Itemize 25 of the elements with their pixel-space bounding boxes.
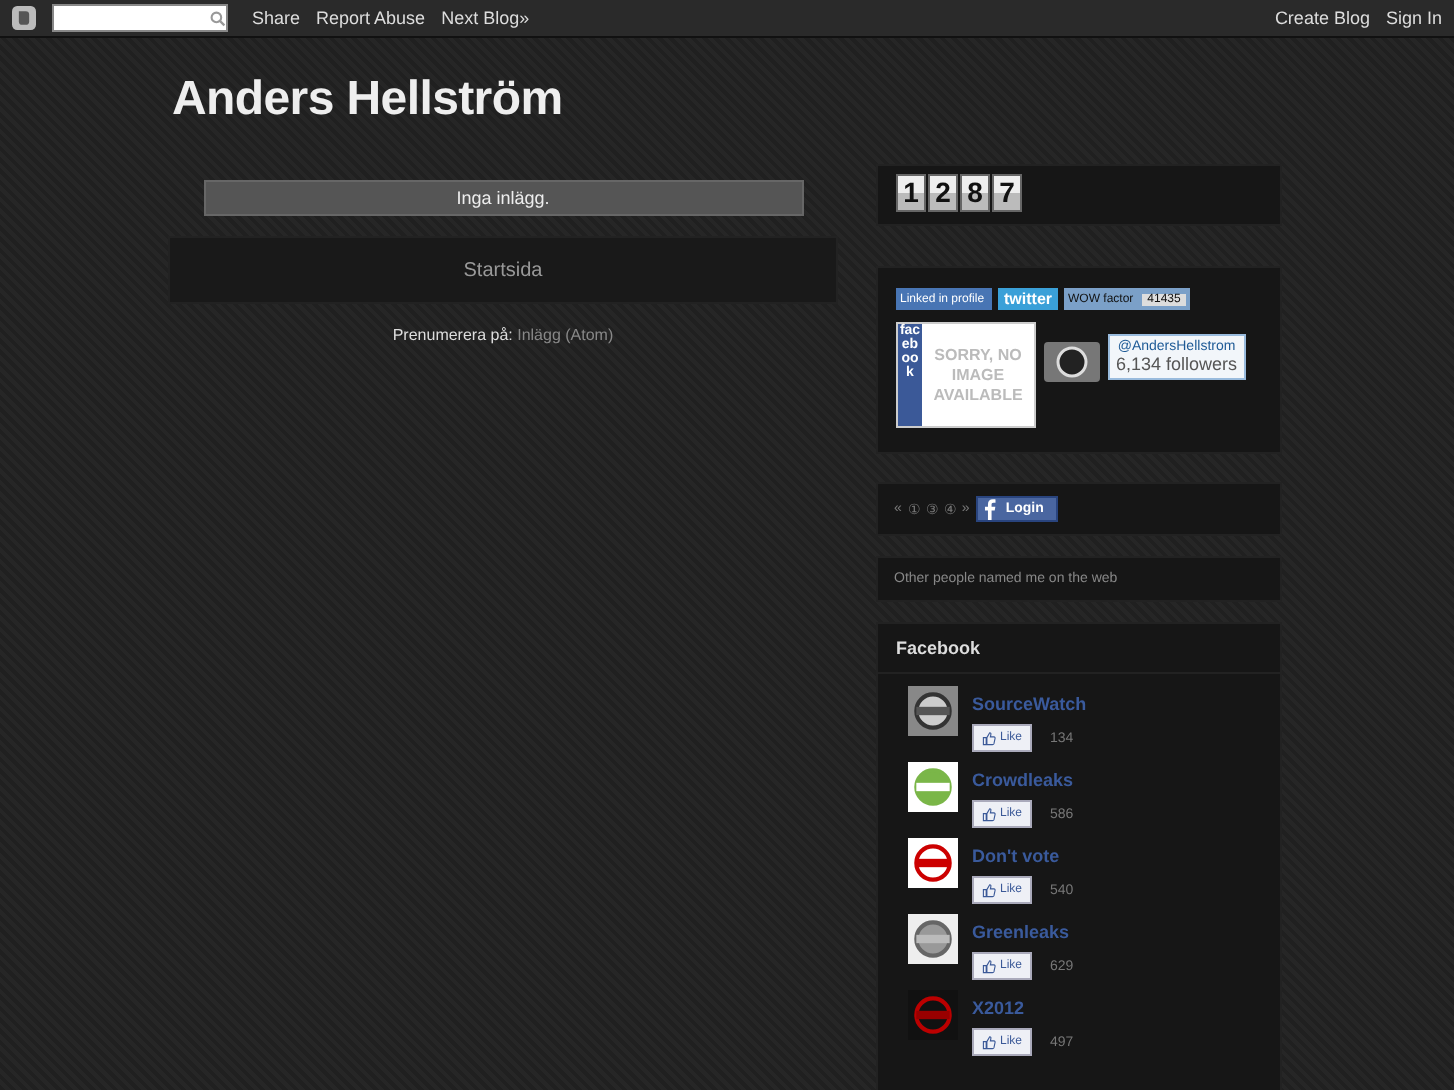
counter-digit: 2	[928, 174, 958, 212]
search-icon[interactable]	[210, 9, 226, 27]
counter-digit: 7	[992, 174, 1022, 212]
thumbs-up-icon	[982, 807, 996, 821]
search-field[interactable]	[52, 4, 228, 32]
navbar-link[interactable]: Sign In	[1385, 8, 1442, 28]
thumbs-up-icon	[982, 959, 996, 973]
navbar-link[interactable]: Next Blog»	[441, 8, 530, 28]
blog-title: Anders Hellström	[170, 70, 565, 130]
navbar-link[interactable]: Share	[252, 8, 301, 28]
subscribe-label: Prenumerera på:	[392, 326, 513, 344]
counter-digit: 1	[896, 174, 926, 212]
thumbs-up-icon	[982, 883, 996, 897]
thumbs-up-icon	[982, 731, 996, 745]
feed-link[interactable]: Inlägg (Atom)	[517, 326, 614, 344]
widget-title: Facebook	[878, 624, 1280, 674]
blogger-logo-icon[interactable]	[12, 6, 36, 30]
facebook-icon	[981, 498, 998, 520]
status-message: Inga inlägg.	[203, 180, 803, 216]
counter-digit: 8	[960, 174, 990, 212]
thumbs-up-icon	[982, 1035, 996, 1049]
navbar-link[interactable]: Report Abuse	[316, 8, 426, 28]
home-link[interactable]: Startsida	[463, 259, 543, 281]
navbar-link[interactable]: Create Blog	[1274, 8, 1370, 28]
camera-icon	[1042, 338, 1102, 386]
